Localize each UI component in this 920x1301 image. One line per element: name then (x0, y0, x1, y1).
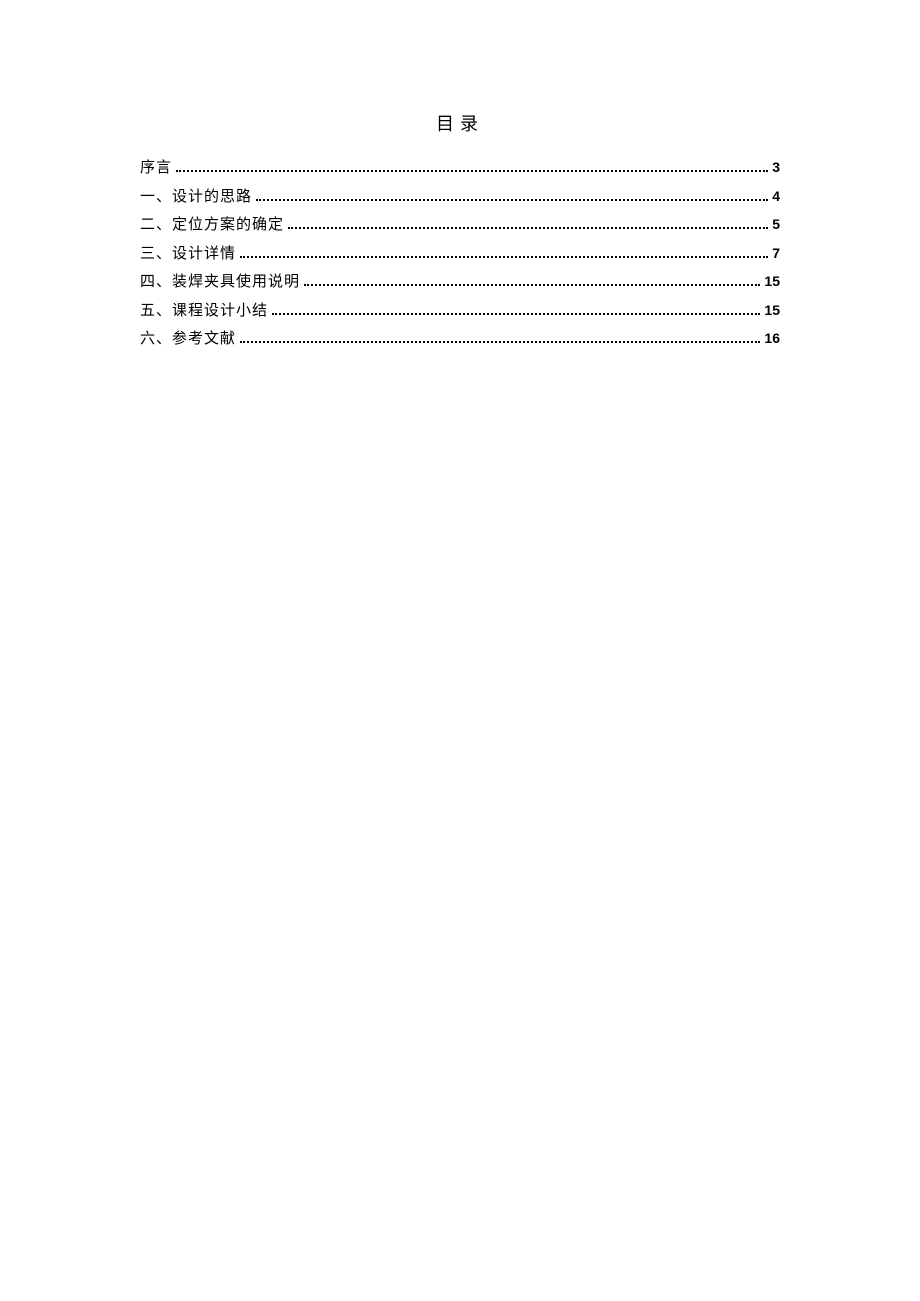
toc-entry: 三、设计详情 7 (140, 240, 780, 269)
toc-entry-page: 5 (772, 211, 780, 238)
toc-entry: 序言 3 (140, 154, 780, 183)
toc-dots (240, 335, 760, 343)
toc-dots (176, 164, 768, 172)
toc-entry: 一、设计的思路 4 (140, 183, 780, 212)
toc-entry-label: 五、课程设计小结 (140, 297, 268, 326)
toc-entry-page: 16 (764, 325, 780, 352)
toc-entry-label: 一、设计的思路 (140, 183, 252, 212)
toc-dots (272, 306, 760, 314)
toc-entry: 二、定位方案的确定 5 (140, 211, 780, 240)
toc-title: 目录 (140, 110, 780, 136)
toc-entry-label: 六、参考文献 (140, 325, 236, 354)
toc-dots (288, 221, 768, 229)
toc-entry-label: 二、定位方案的确定 (140, 211, 284, 240)
toc-entry-page: 15 (764, 297, 780, 324)
toc-entry: 四、装焊夹具使用说明 15 (140, 268, 780, 297)
toc-entry-label: 四、装焊夹具使用说明 (140, 268, 300, 297)
toc-entry-page: 3 (772, 154, 780, 181)
toc-entry-label: 三、设计详情 (140, 240, 236, 269)
toc-entry-page: 7 (772, 240, 780, 267)
toc-dots (256, 192, 768, 200)
toc-dots (240, 249, 768, 257)
toc-entry-page: 15 (764, 268, 780, 295)
toc-dots (304, 278, 760, 286)
toc-entry-label: 序言 (140, 154, 172, 183)
toc-entry-page: 4 (772, 183, 780, 210)
document-page: 目录 序言 3 一、设计的思路 4 二、定位方案的确定 5 三、设计详情 7 四… (0, 0, 920, 354)
toc-entry: 五、课程设计小结 15 (140, 297, 780, 326)
toc-entry: 六、参考文献 16 (140, 325, 780, 354)
